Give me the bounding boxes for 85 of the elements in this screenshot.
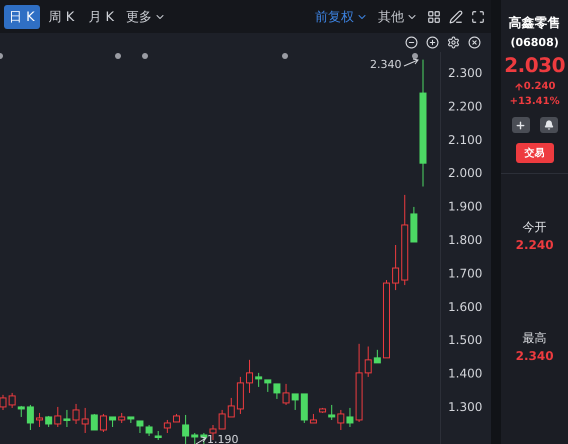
marker-dot: [412, 53, 418, 59]
candlestick: [8, 392, 16, 408]
candlestick: [154, 430, 162, 440]
close-icon[interactable]: [466, 34, 484, 51]
price-axis-label: 2.000: [448, 166, 482, 180]
candlestick: [36, 412, 44, 428]
marker-dot: [142, 53, 148, 59]
period-tab[interactable]: 月 K: [83, 4, 120, 28]
price-axis-label: 1.700: [448, 266, 482, 280]
period-tab[interactable]: 周 K: [44, 4, 80, 28]
price-axis-label: 1.300: [448, 400, 482, 414]
candlestick: [328, 404, 336, 420]
last-price: 2.030: [504, 53, 565, 77]
candlestick: [200, 432, 208, 444]
stat-value: 2.340: [516, 349, 554, 363]
stat-value: 2.240: [516, 238, 554, 252]
trade-button[interactable]: 交易: [516, 143, 554, 163]
price-change: 0.240: [514, 81, 556, 92]
price-axis-label: 1.400: [448, 366, 482, 381]
candlestick: [45, 415, 52, 428]
stat-label: 最高: [522, 330, 547, 347]
stat-label: 今开: [522, 219, 547, 236]
alert-bell-button[interactable]: [540, 117, 558, 133]
zoom-in-icon[interactable]: [424, 34, 442, 51]
more-dropdown[interactable]: 更多: [123, 6, 170, 28]
price-axis-label: 1.600: [448, 300, 482, 314]
candlestick: [264, 379, 272, 392]
zoom-out-icon[interactable]: [403, 34, 420, 51]
candlestick: [337, 409, 344, 430]
candlestick: [246, 359, 254, 394]
candlestick: [127, 416, 134, 424]
price-axis-label: 1.900: [448, 200, 482, 214]
pen-icon[interactable]: [447, 8, 466, 26]
up-arrow-icon: [514, 82, 524, 92]
candlestick: [410, 206, 418, 242]
period-tab[interactable]: 日 K: [4, 4, 40, 28]
candlestick: [273, 383, 280, 400]
candlestick: [90, 413, 98, 430]
candlestick: [109, 416, 116, 428]
candlestick: [374, 349, 381, 364]
high-arrow-icon: [404, 58, 419, 66]
candlestick: [218, 409, 226, 430]
low-price-label: 1.190: [207, 433, 238, 444]
candlestick: [100, 413, 107, 432]
stock-name: 高鑫零售: [508, 14, 561, 32]
candlestick: [282, 383, 290, 406]
candlestick: [164, 419, 171, 434]
candlestick: [292, 393, 299, 410]
candlestick: [392, 244, 400, 291]
candlestick: [255, 372, 262, 388]
candlestick: [136, 420, 144, 434]
other-dropdown[interactable]: 其他: [375, 6, 422, 28]
candlestick: [54, 406, 62, 428]
marker-dot: [282, 53, 288, 59]
candlestick: [82, 407, 89, 434]
candlestick: [300, 393, 308, 424]
stock-code: (06808): [510, 36, 559, 49]
candlestick: [18, 405, 25, 418]
candlestick: [228, 397, 235, 418]
candlestick: [118, 412, 126, 424]
low-arrow-icon: [196, 436, 207, 444]
candlestick: [72, 403, 80, 424]
candlestick: [191, 432, 198, 444]
candlestick: [310, 413, 317, 424]
high-price-label: 2.340: [370, 58, 402, 71]
price-axis-label: 2.100: [448, 132, 482, 147]
price-axis-label: 2.300: [448, 66, 482, 80]
candlestick: [236, 376, 244, 414]
candlestick: [172, 413, 180, 422]
add-watchlist-button[interactable]: [512, 117, 530, 133]
bell-icon: [544, 120, 554, 130]
price-axis-label: 2.200: [448, 99, 482, 114]
candlestick: [26, 404, 34, 430]
price-axis-label: 1.500: [448, 333, 482, 348]
price-axis-label: 1.800: [448, 232, 482, 247]
percent-change: +13.41%: [510, 96, 560, 107]
candlestick: [364, 346, 372, 378]
candlestick: [182, 414, 190, 444]
candlestick: [63, 409, 70, 428]
adjust-dropdown[interactable]: 前复权: [312, 6, 372, 28]
candlestick: [146, 424, 153, 436]
candlestick: [346, 407, 354, 428]
plus-icon: [515, 120, 526, 130]
candlestick: [319, 407, 326, 414]
marker-dot: [115, 53, 121, 59]
